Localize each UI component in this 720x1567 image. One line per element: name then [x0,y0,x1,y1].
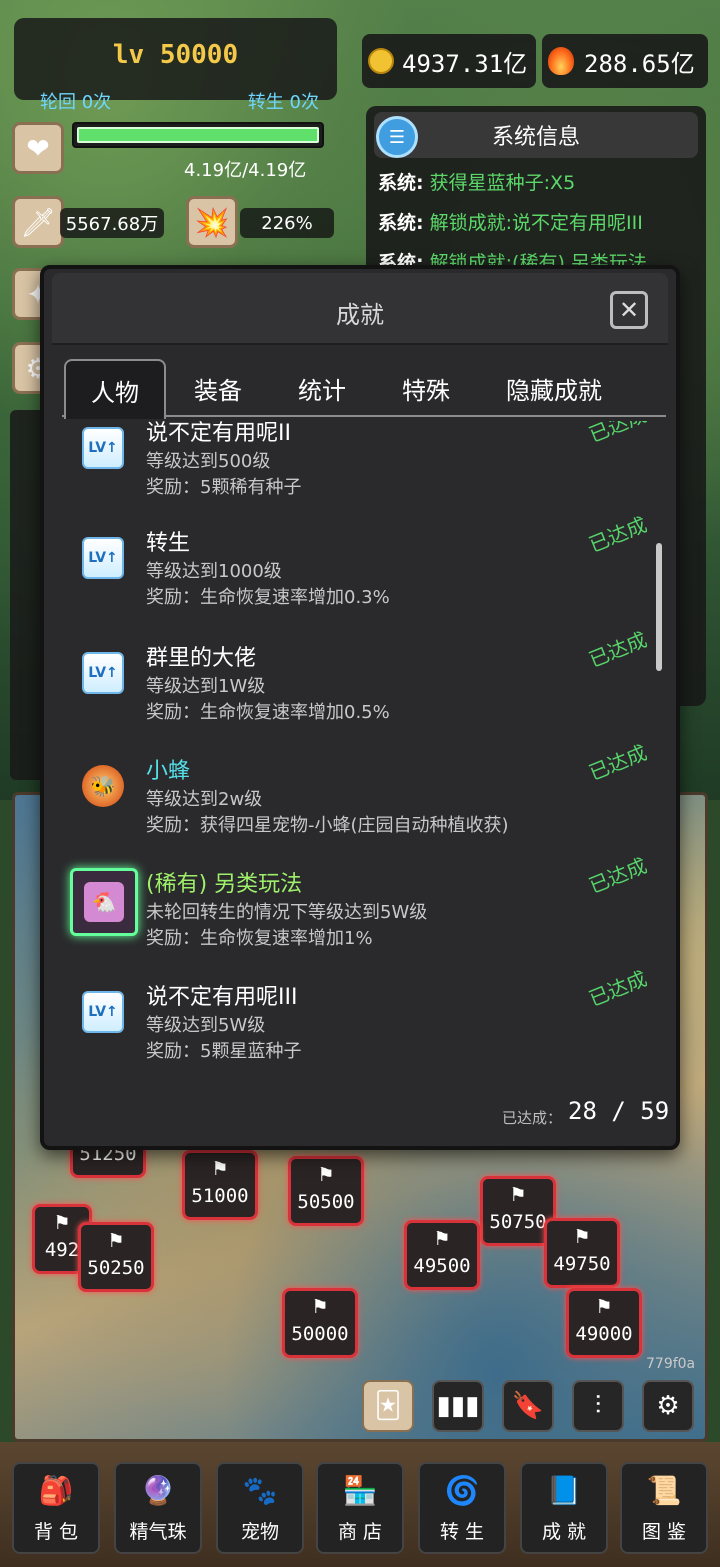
map-stage-marker[interactable]: ⚑ 50250 [78,1222,154,1292]
flag-icon: ⚑ [213,1156,227,1181]
modal-header: 成就 ✕ [52,273,668,345]
map-stage-marker[interactable]: ⚑ 50500 [288,1156,364,1226]
flag-icon: ⚑ [435,1226,449,1251]
fire-counter: 288.65亿 [542,34,708,88]
achieved-stamp: 已达成 [585,421,651,447]
coin-icon [368,48,394,74]
tab-special[interactable]: 特殊 [380,359,472,417]
settings-sliders-button[interactable]: ⫶ [572,1380,624,1432]
achievement-item: LV↑ 群里的大佬 等级达到1W级 奖励：生命恢复速率增加0.5% 已达成 [54,627,654,748]
level-up-icon: LV↑ [82,537,124,579]
achievement-tabs: 人物 装备 统计 特殊 隐藏成就 [62,359,666,419]
achievements-modal: 成就 ✕ 人物 装备 统计 特殊 隐藏成就 LV↑ 说不定有用呢II 等级达到5… [40,265,680,1150]
hp-text: 4.19亿/4.19亿 [184,160,307,181]
reincarnation-count: 轮回 0次 [40,92,112,113]
hp-bar [72,122,324,148]
level-up-icon: LV↑ [82,652,124,694]
gold-counter: 4937.31亿 [362,34,536,88]
crit-value: 226% [240,208,334,238]
flag-icon: ⚑ [109,1228,123,1253]
rebirth-icon: 🌀 [444,1473,480,1507]
map-stage-marker[interactable]: ⚑ 49000 [566,1288,642,1358]
flag-icon: ⚑ [319,1162,333,1187]
achievement-list[interactable]: LV↑ 说不定有用呢II 等级达到500级 奖励：5颗稀有种子 已达成 LV↑ … [54,421,674,1101]
system-message: 系统: 获得星蓝种子:X5 [378,172,576,194]
bottom-nav: 🎒 背 包 🔮 精气珠 🐾 宠物 🏪 商 店 🌀 转 生 📘 成 就 📜 图 鉴 [0,1442,720,1567]
bar-chart-icon: ▮▮▮ [436,1391,480,1421]
gold-value: 4937.31亿 [402,49,528,78]
bee-pet-icon: 🐝 [82,765,124,807]
orb-icon: 🔮 [140,1473,176,1507]
map-id: 779f0a [646,1356,696,1372]
rare-achievement-icon: 🐔 [70,868,138,936]
player-level-panel: lv 50000 轮回 0次 转生 0次 [14,18,337,113]
modal-title: 成就 [336,301,384,329]
level-up-icon: LV↑ [82,427,124,469]
system-info-header: ☰ 系统信息 [374,112,698,158]
system-info-title: 系统信息 [491,125,580,150]
achievement-item: 🐝 小蜂 等级达到2w级 奖励：获得四星宠物-小蜂(庄园自动种植收获) 已达成 [54,740,654,861]
attack-value: 5567.68万 [60,208,164,238]
map-stage-marker[interactable]: ⚑ 49500 [404,1220,480,1290]
rebirth-count: 转生 0次 [247,92,319,113]
progress-label: 已达成： [502,1109,563,1127]
tab-equipment[interactable]: 装备 [172,359,264,417]
flag-icon: ⚑ [597,1294,611,1319]
close-icon: ✕ [618,296,640,324]
nav-shop[interactable]: 🏪 商 店 [316,1462,404,1554]
info-icon: ☰ [376,116,418,158]
pet-card-icon: 🃏 [374,1391,402,1421]
nav-backpack[interactable]: 🎒 背 包 [12,1462,100,1554]
achievement-item: 🐔 (稀有) 另类玩法 未轮回转生的情况下等级达到5W级 奖励：生命恢复速率增加… [54,853,654,974]
sword-icon: 🗡 [12,196,64,248]
achievement-item: LV↑ 转生 等级达到1000级 奖励：生命恢复速率增加0.3% 已达成 [54,512,654,633]
shop-icon: 🏪 [342,1473,378,1507]
fire-icon [548,47,574,75]
nav-pet[interactable]: 🐾 宠物 [216,1462,304,1554]
progress-value: 28 / 59 [568,1097,670,1125]
codex-icon: 📜 [646,1473,682,1507]
bookmark-icon: 🔖 [511,1391,545,1421]
achievement-book-icon: 📘 [546,1473,582,1507]
pet-card-button[interactable]: 🃏 [362,1380,414,1432]
nav-codex[interactable]: 📜 图 鉴 [620,1462,708,1554]
tab-character[interactable]: 人物 [64,359,166,419]
player-level: lv 50000 [112,40,239,70]
level-up-icon: LV↑ [82,991,124,1033]
system-message: 系统: 解锁成就:说不定有用呢III [378,212,643,234]
achievement-item: LV↑ 说不定有用呢III 等级达到5W级 奖励：5颗星蓝种子 已达成 [54,966,654,1087]
nav-achievements[interactable]: 📘 成 就 [520,1462,608,1554]
tab-statistics[interactable]: 统计 [276,359,368,417]
crit-icon: 💥 [186,196,238,248]
flag-icon: ⚑ [575,1224,589,1249]
tab-hidden-achievements[interactable]: 隐藏成就 [490,359,618,417]
sliders-icon: ⫶ [594,1390,602,1421]
flag-icon: ⚑ [511,1182,525,1207]
nav-rebirth[interactable]: 🌀 转 生 [418,1462,506,1554]
hp-bar-fill [77,127,319,143]
map-stage-marker[interactable]: ⚑ 49750 [544,1218,620,1288]
map-stage-marker[interactable]: ⚑ 51000 [182,1150,258,1220]
pet-icon: 🐾 [242,1473,278,1507]
flag-icon: ⚑ [313,1294,327,1319]
heart-icon: ❤ [12,122,64,174]
settings-button[interactable]: ⚙ [642,1380,694,1432]
gear-icon: ⚙ [656,1391,680,1421]
backpack-icon: 🎒 [38,1473,74,1507]
bookmark-button[interactable]: 🔖 [502,1380,554,1432]
list-scrollbar[interactable] [656,543,662,671]
map-stage-marker[interactable]: ⚑ 50000 [282,1288,358,1358]
nav-essence-orb[interactable]: 🔮 精气珠 [114,1462,202,1554]
stats-button[interactable]: ▮▮▮ [432,1380,484,1432]
close-button[interactable]: ✕ [610,291,648,329]
fire-value: 288.65亿 [584,49,695,78]
achievement-item: LV↑ 说不定有用呢II 等级达到500级 奖励：5颗稀有种子 已达成 [54,421,654,523]
